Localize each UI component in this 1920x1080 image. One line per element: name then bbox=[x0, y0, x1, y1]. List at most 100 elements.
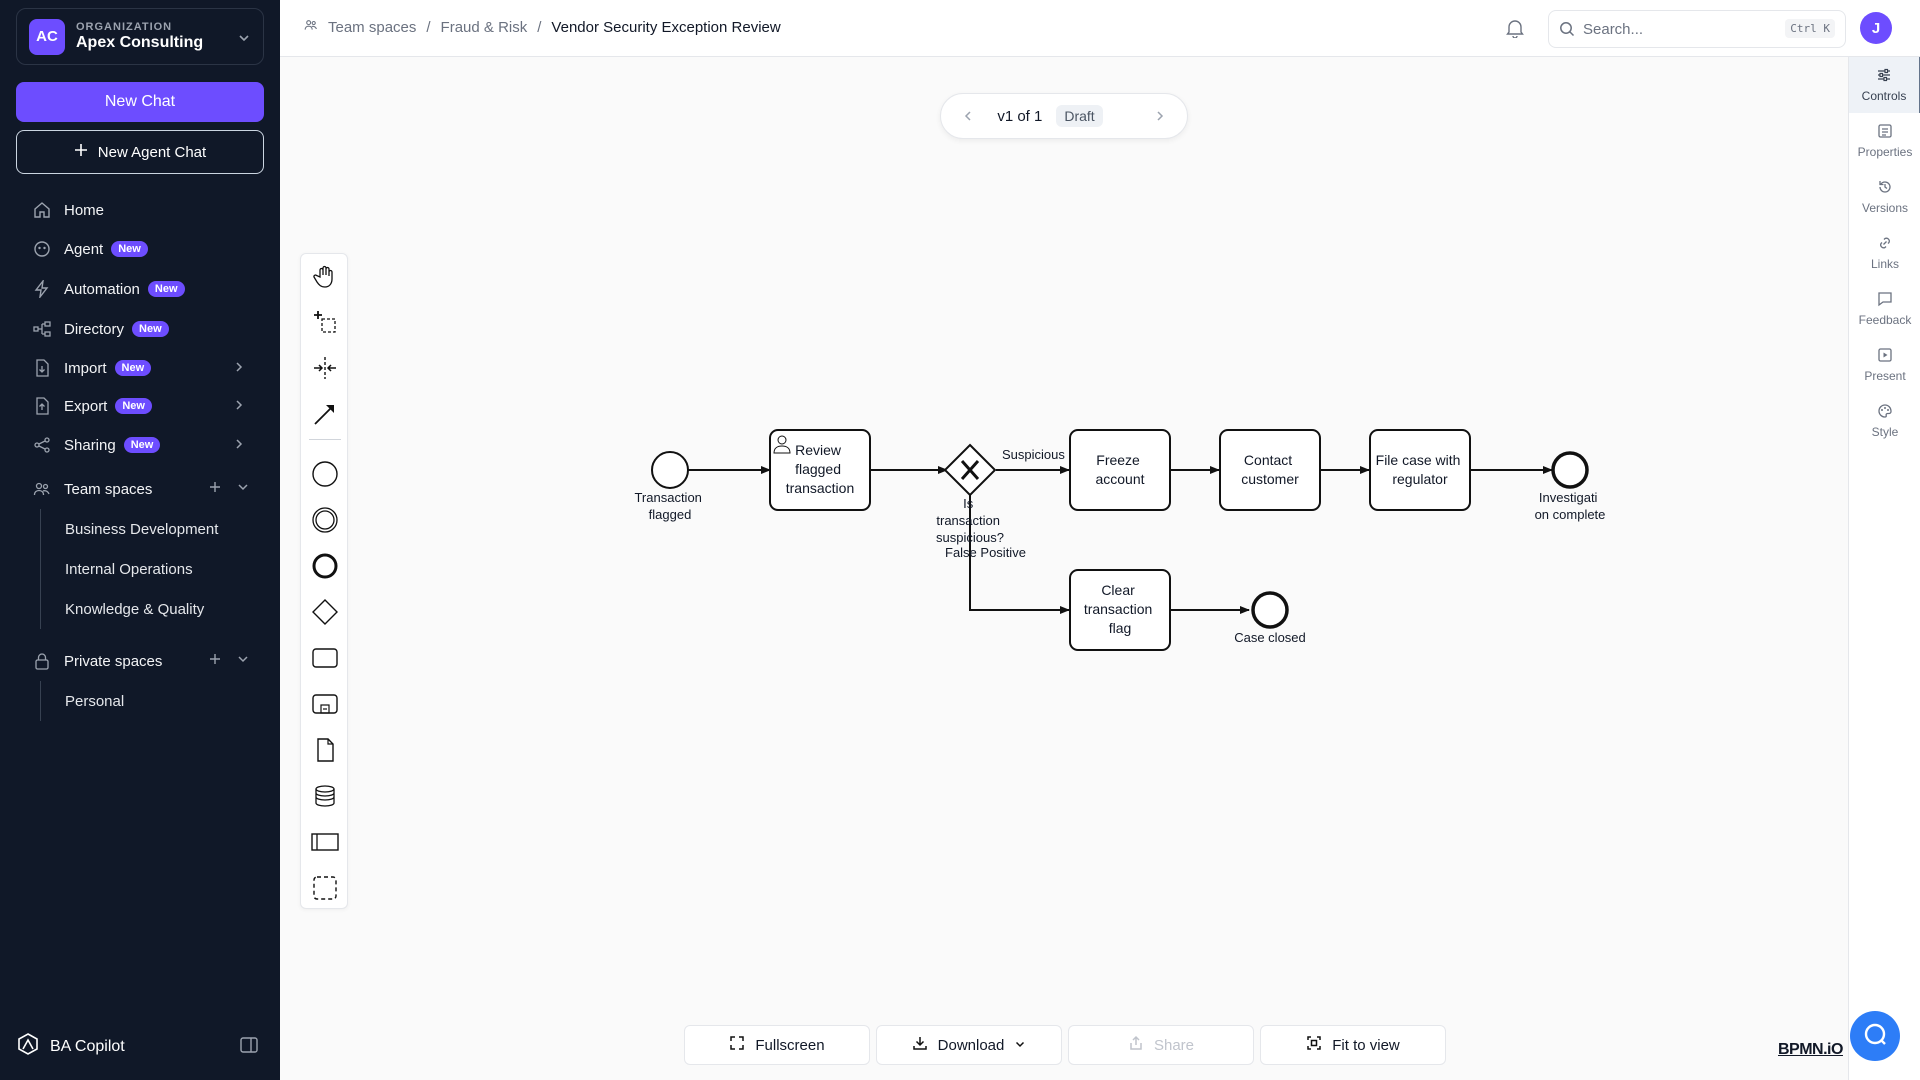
sidebar-item-automation[interactable]: Automation New bbox=[16, 271, 264, 307]
share-icon bbox=[32, 435, 52, 455]
end-event-case-closed[interactable] bbox=[1251, 591, 1289, 629]
team-spaces-header[interactable]: Team spaces bbox=[16, 471, 264, 507]
team-space-business-development[interactable]: Business Development bbox=[41, 509, 218, 549]
add-private-space-icon[interactable] bbox=[208, 652, 222, 670]
breadcrumb-separator: / bbox=[537, 18, 542, 36]
sidebar-item-label: Directory bbox=[64, 320, 125, 338]
tab-feedback[interactable]: Feedback bbox=[1849, 281, 1920, 337]
org-caption: ORGANIZATION bbox=[76, 21, 173, 33]
tab-present[interactable]: Present bbox=[1849, 337, 1920, 393]
search-icon bbox=[1559, 21, 1575, 37]
new-badge: New bbox=[111, 241, 148, 257]
file-export-icon bbox=[32, 396, 52, 416]
end-event-investigation-complete[interactable] bbox=[1551, 451, 1589, 489]
sidebar-item-import[interactable]: Import New bbox=[16, 350, 264, 386]
task-contact-customer[interactable] bbox=[1219, 429, 1321, 511]
team-space-internal-operations[interactable]: Internal Operations bbox=[41, 549, 218, 589]
new-badge: New bbox=[132, 321, 169, 337]
chevron-right-icon bbox=[232, 360, 246, 378]
tab-label: Versions bbox=[1861, 201, 1909, 215]
link-icon bbox=[1877, 235, 1893, 254]
end-event-investigation-label: Investigati on complete bbox=[1535, 490, 1606, 522]
add-team-space-icon[interactable] bbox=[208, 480, 222, 498]
top-bar: Team spaces / Fraud & Risk / Vendor Secu… bbox=[280, 0, 1920, 57]
bpmn-diagram[interactable]: Transaction flagged Review flagged trans… bbox=[280, 57, 1848, 1080]
search-shortcut: Ctrl K bbox=[1785, 19, 1835, 38]
start-event-transaction-flagged[interactable] bbox=[651, 451, 689, 489]
sliders-icon bbox=[1876, 67, 1892, 86]
download-button[interactable]: Download bbox=[876, 1025, 1062, 1065]
fullscreen-icon bbox=[729, 1035, 745, 1055]
team-space-knowledge-quality[interactable]: Knowledge & Quality bbox=[41, 589, 218, 629]
tab-label: Controls bbox=[1861, 89, 1907, 103]
fit-to-view-icon bbox=[1306, 1035, 1322, 1055]
chat-bubble-icon bbox=[1862, 1021, 1888, 1052]
breadcrumb-separator: / bbox=[426, 18, 431, 36]
new-chat-button[interactable]: New Chat bbox=[16, 82, 264, 122]
flow-label-false-positive: False Positive bbox=[945, 545, 1026, 560]
home-icon bbox=[32, 200, 52, 220]
breadcrumb: Team spaces / Fraud & Risk / Vendor Secu… bbox=[304, 18, 781, 36]
sidebar-item-sharing[interactable]: Sharing New bbox=[16, 427, 264, 463]
lock-icon bbox=[32, 651, 52, 671]
tab-links[interactable]: Links bbox=[1849, 225, 1920, 281]
sidebar: AC ORGANIZATION Apex Consulting New Chat… bbox=[0, 0, 280, 1080]
chevron-down-icon[interactable] bbox=[236, 480, 250, 498]
search-input[interactable]: Search... Ctrl K bbox=[1548, 10, 1846, 48]
sidebar-item-label: Import bbox=[64, 359, 107, 377]
tab-style[interactable]: Style bbox=[1849, 393, 1920, 449]
directory-icon bbox=[32, 319, 52, 339]
organization-switcher[interactable]: AC ORGANIZATION Apex Consulting bbox=[16, 8, 264, 65]
flow-label-suspicious: Suspicious bbox=[1002, 447, 1065, 462]
tab-controls[interactable]: Controls bbox=[1849, 57, 1920, 113]
chevron-right-icon bbox=[232, 437, 246, 455]
tab-label: Links bbox=[1870, 257, 1899, 271]
share-button[interactable]: Share bbox=[1068, 1025, 1254, 1065]
task-freeze-account[interactable] bbox=[1069, 429, 1171, 511]
new-badge: New bbox=[123, 437, 161, 453]
history-icon bbox=[1877, 179, 1893, 198]
fit-to-view-button[interactable]: Fit to view bbox=[1260, 1025, 1446, 1065]
chevron-down-icon bbox=[1014, 1037, 1026, 1054]
play-icon bbox=[1877, 347, 1893, 366]
diagram-canvas[interactable]: v1 of 1 Draft Transaction flagged Review… bbox=[280, 57, 1848, 1080]
sidebar-item-label: Agent bbox=[64, 240, 104, 258]
private-space-personal[interactable]: Personal bbox=[41, 681, 124, 721]
org-avatar: AC bbox=[29, 18, 65, 55]
sidebar-item-home[interactable]: Home bbox=[16, 192, 264, 228]
bpmn-io-logo[interactable]: BPMN.iO bbox=[1778, 1041, 1843, 1059]
properties-icon bbox=[1877, 123, 1893, 142]
tab-properties[interactable]: Properties bbox=[1849, 113, 1920, 169]
new-badge: New bbox=[114, 360, 152, 376]
breadcrumb-team-spaces[interactable]: Team spaces bbox=[328, 19, 416, 36]
chevron-down-icon bbox=[237, 31, 251, 50]
bell-icon[interactable] bbox=[1506, 18, 1524, 43]
sidebar-item-directory[interactable]: Directory New bbox=[16, 311, 264, 347]
sidebar-item-label: Home bbox=[64, 201, 105, 219]
team-icon bbox=[304, 18, 318, 36]
sidebar-item-agent[interactable]: Agent New bbox=[16, 231, 264, 267]
chevron-down-icon[interactable] bbox=[236, 652, 250, 670]
private-spaces-header[interactable]: Private spaces bbox=[16, 643, 264, 679]
sidebar-item-label: Automation bbox=[64, 280, 140, 298]
task-file-case-with-regulator[interactable] bbox=[1369, 429, 1471, 511]
sidebar-item-label: Export bbox=[64, 397, 108, 415]
chat-support-button[interactable] bbox=[1850, 1011, 1900, 1061]
team-spaces-label: Team spaces bbox=[64, 480, 153, 498]
new-agent-chat-button[interactable]: New Agent Chat bbox=[16, 130, 264, 174]
plus-icon bbox=[74, 143, 88, 161]
tab-versions[interactable]: Versions bbox=[1849, 169, 1920, 225]
sidebar-item-label: Sharing bbox=[64, 436, 116, 454]
tab-label: Present bbox=[1864, 369, 1906, 383]
start-event-label: Transaction flagged bbox=[634, 490, 705, 522]
brand-name: BA Copilot bbox=[50, 1037, 125, 1055]
breadcrumb-fraud-risk[interactable]: Fraud & Risk bbox=[441, 19, 528, 36]
fullscreen-button[interactable]: Fullscreen bbox=[684, 1025, 870, 1065]
user-avatar[interactable]: J bbox=[1860, 12, 1892, 44]
ba-copilot-logo-icon bbox=[16, 1032, 40, 1061]
sidebar-item-export[interactable]: Export New bbox=[16, 388, 264, 424]
task-review-label: Review flagged transaction bbox=[786, 442, 854, 496]
tab-label: Properties bbox=[1857, 145, 1913, 159]
gateway-label: Is transaction suspicious? bbox=[936, 496, 1004, 545]
sidebar-toggle-icon[interactable] bbox=[240, 1037, 258, 1058]
